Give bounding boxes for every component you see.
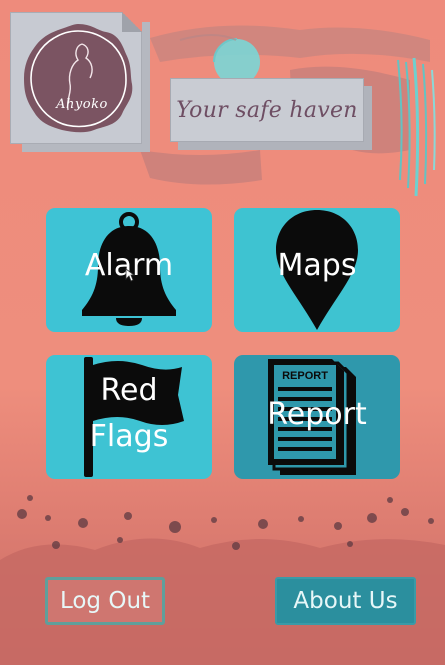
report-label: Report xyxy=(267,397,367,432)
report-tile[interactable]: REPORT Report xyxy=(234,355,400,479)
app-screen: Ahyoko Your safe haven Alarm Maps Red Fl… xyxy=(0,0,445,665)
tagline-card: Your safe haven xyxy=(170,78,364,142)
maps-tile[interactable]: Maps xyxy=(234,208,400,332)
mouse-cursor-icon xyxy=(125,268,135,282)
about-us-button[interactable]: About Us xyxy=(275,577,416,625)
ahyoko-logo-icon xyxy=(24,24,133,133)
red-flags-label-line2: Flags xyxy=(89,419,169,454)
maps-label: Maps xyxy=(277,248,357,283)
logo-text: Ahyoko xyxy=(56,97,108,112)
red-flags-tile[interactable]: Red Flags xyxy=(46,355,212,479)
log-out-button[interactable]: Log Out xyxy=(45,577,165,625)
tagline-text: Your safe haven xyxy=(176,97,358,123)
report-icon-text: REPORT xyxy=(282,370,328,382)
red-flags-label-line1: Red xyxy=(100,373,158,408)
